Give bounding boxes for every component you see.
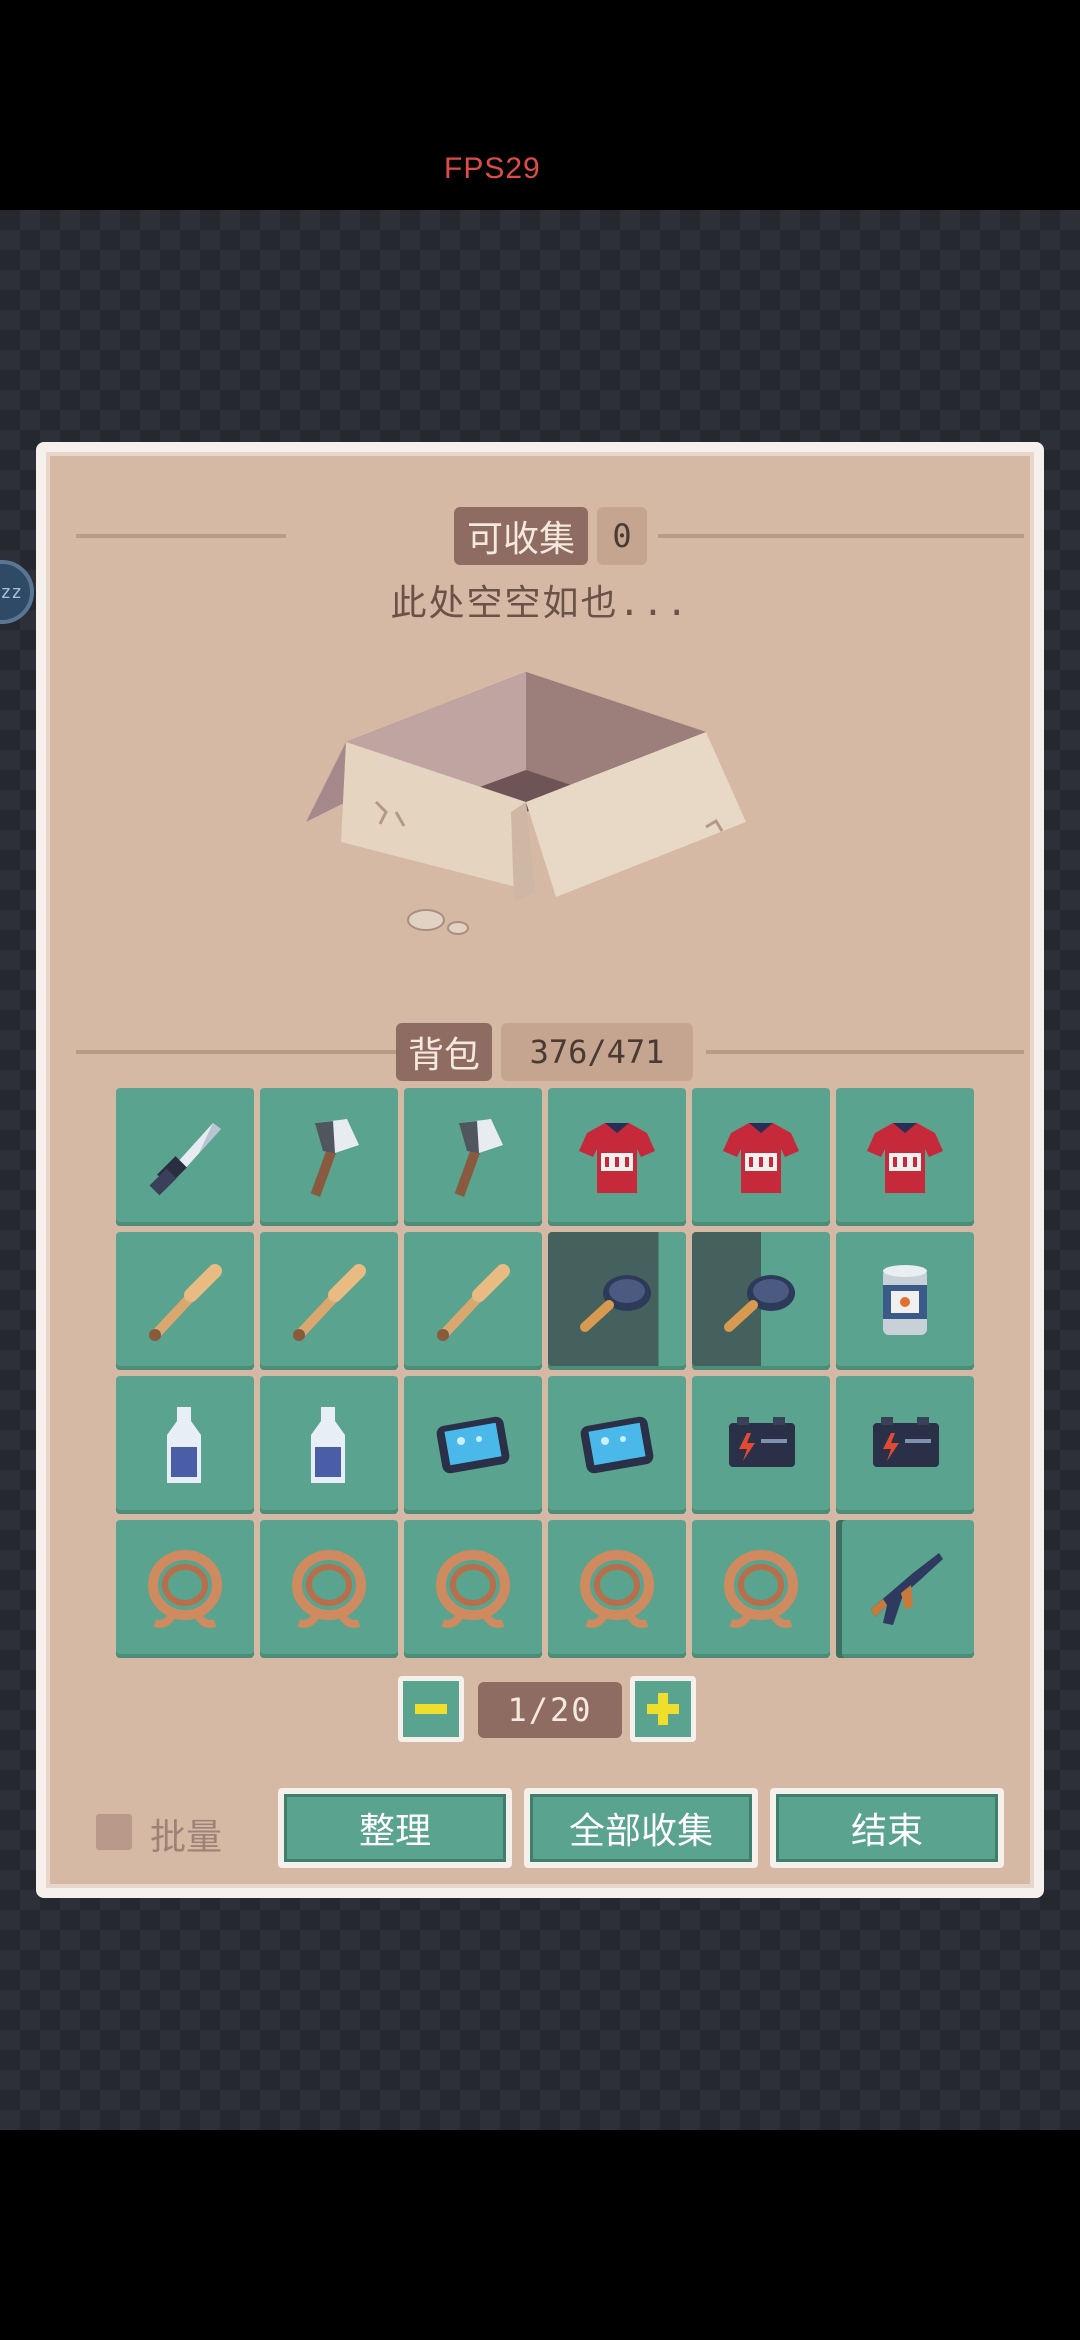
top-status-bar: FPS29: [0, 0, 1080, 210]
inventory-slot[interactable]: [260, 1520, 398, 1658]
axe-icon: [454, 1119, 503, 1197]
page-prev-button[interactable]: [398, 1676, 464, 1742]
divider: [658, 534, 1024, 538]
battery-icon: [729, 1417, 795, 1467]
inventory-slot[interactable]: [836, 1520, 974, 1658]
rope-icon: [292, 1550, 366, 1628]
inventory-slot[interactable]: [692, 1376, 830, 1514]
bottom-bar: [0, 2130, 1080, 2340]
water-bottle-icon: [167, 1407, 201, 1483]
inventory-slot[interactable]: [404, 1520, 542, 1658]
inventory-slot[interactable]: [404, 1232, 542, 1370]
backpack-tag: 背包: [396, 1023, 492, 1081]
tablet-icon: [580, 1416, 654, 1474]
empty-box-icon: [306, 672, 746, 935]
rope-icon: [436, 1550, 510, 1628]
inventory-slot[interactable]: [836, 1232, 974, 1370]
inventory-slot[interactable]: [836, 1088, 974, 1226]
collect-all-button[interactable]: 全部收集: [524, 1788, 758, 1868]
knife-icon: [149, 1123, 221, 1196]
sort-button[interactable]: 整理: [278, 1788, 512, 1868]
baseball-bat-icon: [293, 1264, 366, 1341]
inventory-slot[interactable]: [260, 1232, 398, 1370]
batch-checkbox[interactable]: [96, 1814, 132, 1850]
frying-pan-icon: [724, 1275, 795, 1332]
fps-counter: FPS29: [444, 152, 541, 185]
baseball-bat-icon: [437, 1264, 510, 1341]
battery-icon: [873, 1417, 939, 1467]
inventory-slot[interactable]: [548, 1376, 686, 1514]
rifle-icon: [871, 1553, 943, 1625]
red-shirt-icon: [723, 1123, 799, 1193]
batch-label: 批量: [150, 1817, 223, 1858]
inventory-slot[interactable]: [548, 1520, 686, 1658]
collectible-count: 0: [597, 507, 647, 565]
page-indicator: 1/20: [478, 1682, 622, 1738]
inventory-slot[interactable]: [692, 1088, 830, 1226]
inventory-slot[interactable]: [692, 1232, 830, 1370]
inventory-slot[interactable]: [404, 1088, 542, 1226]
inventory-slot[interactable]: [548, 1088, 686, 1226]
frying-pan-icon: [580, 1275, 651, 1332]
minus-icon: [415, 1704, 447, 1714]
inventory-slot[interactable]: [116, 1232, 254, 1370]
inventory-slot[interactable]: [260, 1376, 398, 1514]
divider: [706, 1050, 1024, 1054]
sleep-badge-icon[interactable]: zz: [0, 560, 34, 624]
empty-message: 此处空空如也...: [390, 583, 690, 624]
tablet-icon: [436, 1416, 510, 1474]
end-button[interactable]: 结束: [770, 1788, 1004, 1868]
backpack-grid: [116, 1088, 976, 1658]
red-shirt-icon: [579, 1123, 655, 1193]
plus-icon: [647, 1693, 679, 1725]
rope-icon: [724, 1550, 798, 1628]
inventory-slot[interactable]: [260, 1088, 398, 1226]
collectible-tag: 可收集: [454, 507, 588, 565]
red-shirt-icon: [867, 1123, 943, 1193]
page-next-button[interactable]: [630, 1676, 696, 1742]
backpack-capacity: 376/471: [501, 1023, 693, 1081]
axe-icon: [310, 1119, 359, 1197]
inventory-slot[interactable]: [836, 1376, 974, 1514]
water-bottle-icon: [311, 1407, 345, 1483]
rope-icon: [580, 1550, 654, 1628]
divider: [76, 534, 286, 538]
baseball-bat-icon: [149, 1264, 222, 1341]
loot-panel: 可收集 0 此处空空如也... 背包 376/471 1/20 批量 整理 全部…: [36, 442, 1044, 1898]
inventory-slot[interactable]: [116, 1520, 254, 1658]
inventory-slot[interactable]: [548, 1232, 686, 1370]
inventory-slot[interactable]: [116, 1376, 254, 1514]
rope-icon: [148, 1550, 222, 1628]
inventory-slot[interactable]: [404, 1376, 542, 1514]
canned-food-icon: [883, 1265, 927, 1335]
divider: [76, 1050, 426, 1054]
inventory-slot[interactable]: [692, 1520, 830, 1658]
inventory-slot[interactable]: [116, 1088, 254, 1226]
